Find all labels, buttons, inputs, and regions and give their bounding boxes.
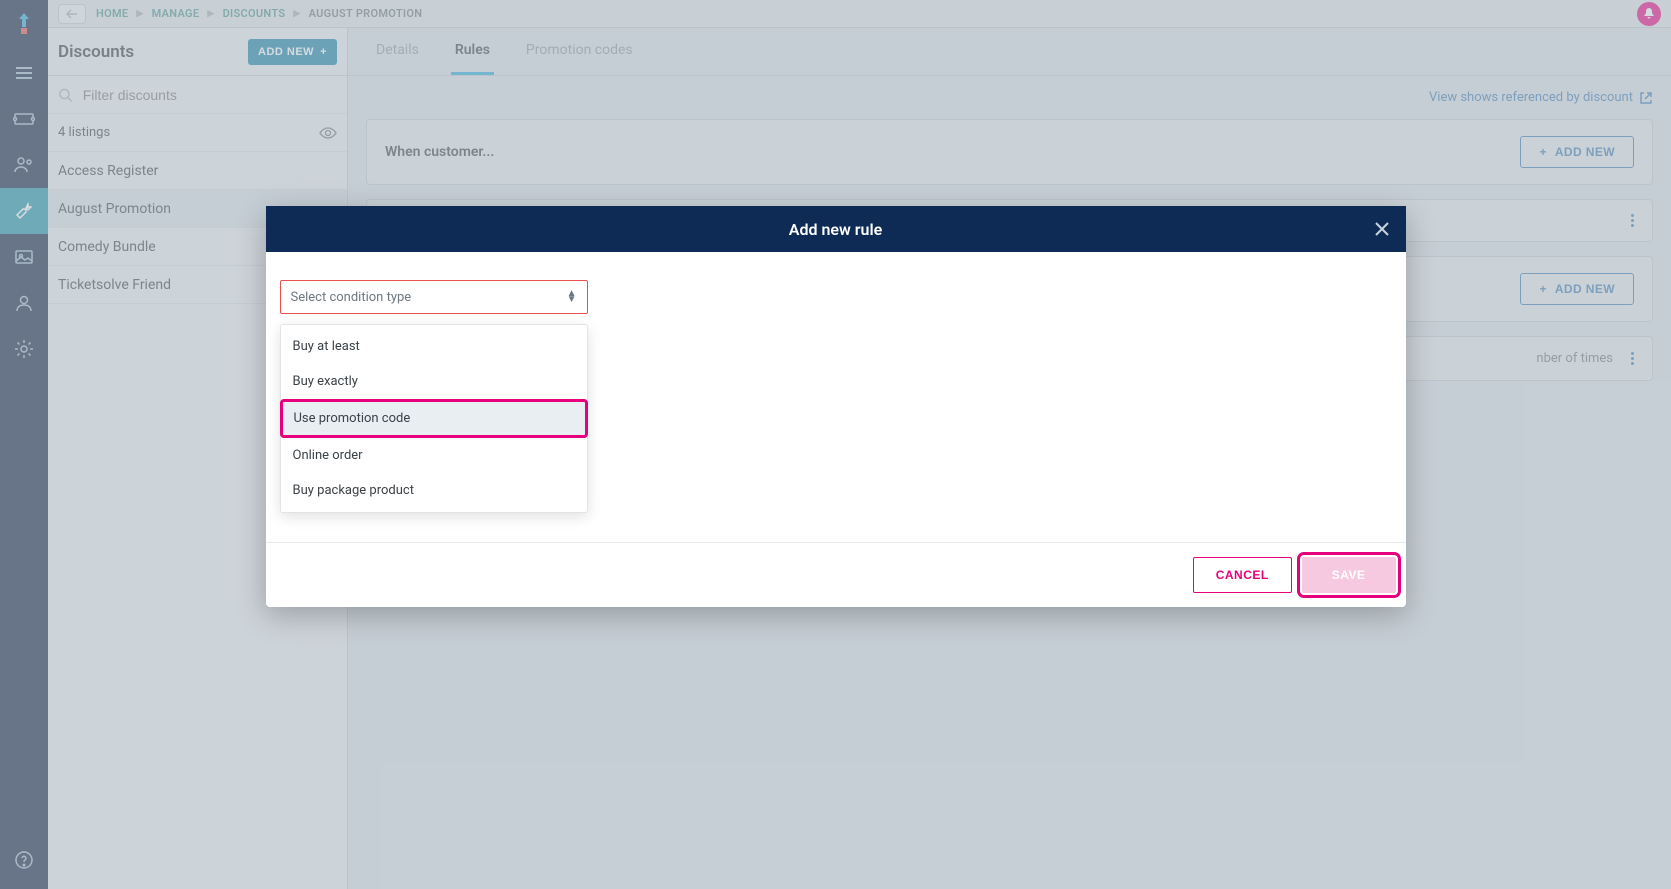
option-use-promotion-code[interactable]: Use promotion code: [282, 401, 586, 436]
close-icon[interactable]: [1374, 221, 1390, 237]
cancel-button[interactable]: CANCEL: [1193, 557, 1292, 593]
option-buy-at-least[interactable]: Buy at least: [281, 329, 587, 364]
modal-footer: CANCEL SAVE: [266, 542, 1406, 607]
modal-title: Add new rule: [789, 220, 882, 239]
condition-type-select[interactable]: Select condition type ▲▼: [280, 280, 588, 314]
select-arrows-icon: ▲▼: [567, 291, 577, 303]
condition-type-dropdown: Buy at least Buy exactly Use promotion c…: [280, 324, 588, 513]
option-buy-exactly[interactable]: Buy exactly: [281, 364, 587, 399]
select-placeholder: Select condition type: [291, 290, 412, 305]
modal-header: Add new rule: [266, 206, 1406, 252]
save-button[interactable]: SAVE: [1302, 557, 1396, 593]
modal-body: Select condition type ▲▼ Buy at least Bu…: [266, 252, 1406, 542]
option-buy-package-product[interactable]: Buy package product: [281, 473, 587, 508]
add-rule-modal: Add new rule Select condition type ▲▼ Bu…: [266, 206, 1406, 607]
option-online-order[interactable]: Online order: [281, 438, 587, 473]
